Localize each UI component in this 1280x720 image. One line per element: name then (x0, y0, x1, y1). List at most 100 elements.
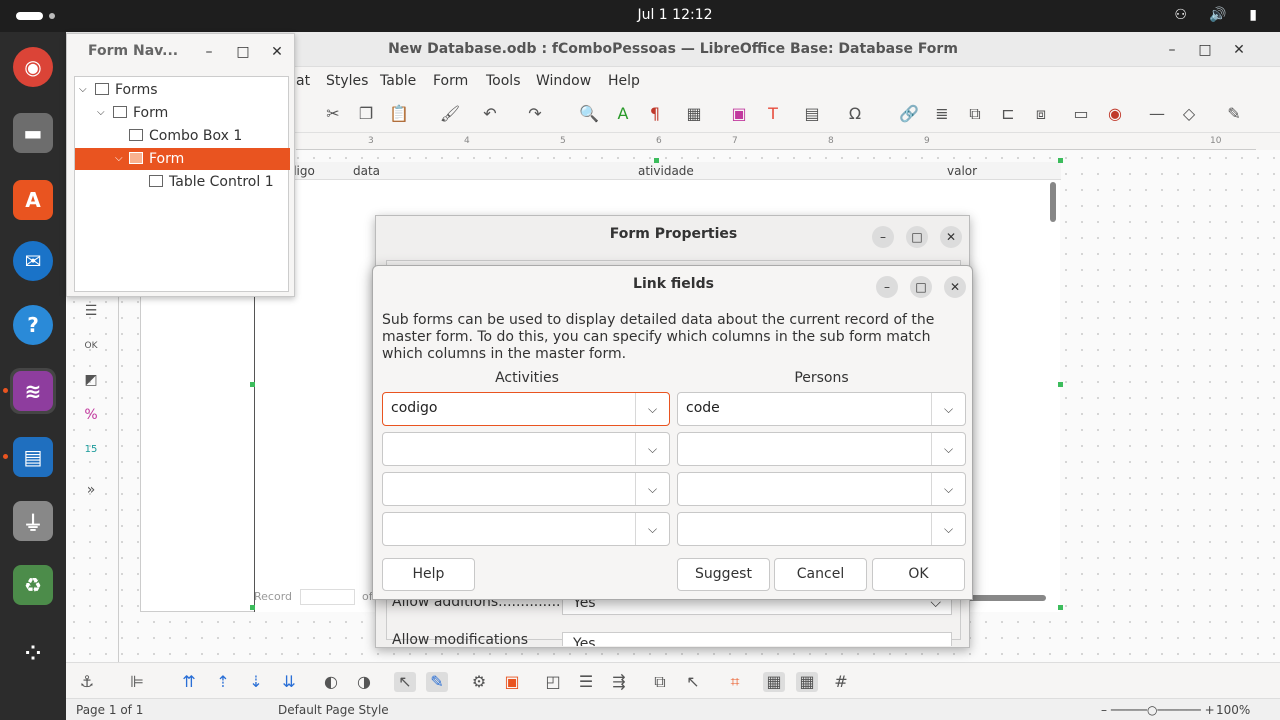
page-count[interactable]: Page 1 of 1 (76, 703, 143, 717)
minimize-icon[interactable]: – (1162, 40, 1182, 60)
auto-control-focus-icon[interactable]: ↖ (682, 672, 704, 692)
selection-handle[interactable] (1058, 382, 1063, 387)
numeric-field-icon[interactable]: 15 (78, 438, 104, 462)
copy-icon[interactable]: ❐ (355, 104, 377, 124)
basic-shapes-icon[interactable]: ◇ (1178, 104, 1200, 124)
subform-field-combo-4[interactable]: ⌵ (382, 512, 670, 546)
masterform-field-combo-3[interactable]: ⌵ (677, 472, 966, 506)
redo-icon[interactable]: ↷ (524, 104, 546, 124)
to-foreground-icon[interactable]: ◐ (320, 672, 342, 692)
selection-handle[interactable] (250, 605, 255, 610)
form-properties-icon[interactable]: ▣ (501, 672, 523, 692)
to-background-icon[interactable]: ◑ (353, 672, 375, 692)
dock-libreoffice-impress-icon[interactable]: ▤ (10, 434, 56, 480)
subform-field-combo-1[interactable]: codigo ⌵ (382, 392, 670, 426)
selection-handle[interactable] (654, 158, 659, 163)
maximize-icon[interactable]: □ (1195, 40, 1215, 60)
form-navigator-icon[interactable]: ◰ (542, 672, 564, 692)
maximize-icon[interactable]: □ (233, 42, 253, 62)
tree-node-subform[interactable]: ⌵ Form (75, 148, 290, 170)
control-properties-icon[interactable]: ⚙ (468, 672, 490, 692)
maximize-icon[interactable]: □ (906, 226, 928, 248)
menu-tools[interactable]: Tools (486, 73, 521, 89)
zoom-level[interactable]: 100% (1216, 703, 1250, 717)
more-controls-icon[interactable]: » (78, 478, 104, 502)
allow-modifications-select[interactable]: Yes (562, 632, 952, 646)
help-button[interactable]: Help (382, 558, 475, 591)
tree-node-forms[interactable]: ⌵ Forms (75, 79, 290, 101)
menu-format[interactable]: at (296, 73, 310, 89)
combo-value[interactable]: codigo (391, 400, 438, 416)
menu-window[interactable]: Window (536, 73, 591, 89)
dock-app-center-icon[interactable]: A (10, 177, 56, 223)
endnote-icon[interactable]: ⧉ (964, 104, 986, 124)
vertical-scrollbar[interactable] (1050, 182, 1056, 222)
combo-value[interactable]: code (686, 400, 720, 416)
insert-table-icon[interactable]: ▦ (683, 104, 705, 124)
dock-usb-icon[interactable]: ⏚ (10, 498, 56, 544)
record-number-field[interactable] (299, 589, 355, 605)
menu-form[interactable]: Form (433, 73, 468, 89)
tree-node-form[interactable]: ⌵ Form (75, 102, 290, 124)
minimize-icon[interactable]: – (199, 42, 219, 62)
undo-icon[interactable]: ↶ (479, 104, 501, 124)
activation-order-icon[interactable]: ☰ (575, 672, 597, 692)
column-header[interactable]: data (353, 164, 380, 178)
comment-icon[interactable]: ▭ (1070, 104, 1092, 124)
backward-one-icon[interactable]: ⇣ (245, 672, 267, 692)
line-icon[interactable]: — (1146, 104, 1168, 124)
collapse-arrow-icon[interactable]: ⌵ (115, 148, 123, 170)
draw-icon[interactable]: ✎ (1223, 104, 1245, 124)
masterform-field-combo-2[interactable]: ⌵ (677, 432, 966, 466)
chevron-down-icon[interactable]: ⌵ (635, 393, 669, 425)
insert-field-icon[interactable]: ▤ (801, 104, 823, 124)
cancel-button[interactable]: Cancel (774, 558, 867, 591)
image-control-icon[interactable]: ◩ (78, 368, 104, 392)
close-icon[interactable]: ✕ (940, 226, 962, 248)
collapse-arrow-icon[interactable]: ⌵ (79, 79, 87, 101)
maximize-icon[interactable]: □ (910, 276, 932, 298)
formatting-marks-icon[interactable]: ¶ (644, 104, 666, 124)
selection-handle[interactable] (1058, 158, 1063, 163)
chevron-down-icon[interactable]: ⌵ (931, 473, 965, 505)
page-style[interactable]: Default Page Style (278, 703, 389, 717)
anchor-icon[interactable]: ⚓ (76, 672, 98, 692)
snap-to-grid-icon[interactable]: ▦ (796, 672, 818, 692)
suggest-button[interactable]: Suggest (677, 558, 770, 591)
insert-image-icon[interactable]: ▣ (728, 104, 750, 124)
column-header[interactable]: valor (947, 164, 977, 178)
chevron-down-icon[interactable]: ⌵ (931, 433, 965, 465)
formatted-field-icon[interactable]: % (78, 403, 104, 427)
menu-table[interactable]: Table (380, 73, 416, 89)
menu-styles[interactable]: Styles (326, 73, 368, 89)
dock-chrome-icon[interactable]: ◉ (10, 44, 56, 90)
minimize-icon[interactable]: – (876, 276, 898, 298)
dock-help-icon[interactable]: ? (10, 302, 56, 348)
spelling-icon[interactable]: A (612, 104, 634, 124)
textbox-control-icon[interactable]: ☰ (78, 299, 104, 323)
close-icon[interactable]: ✕ (944, 276, 966, 298)
menu-help[interactable]: Help (608, 73, 640, 89)
find-replace-icon[interactable]: 🔍 (578, 104, 600, 124)
special-character-icon[interactable]: Ω (844, 104, 866, 124)
display-grid-icon[interactable]: ▦ (763, 672, 785, 692)
design-mode-icon[interactable]: ✎ (426, 672, 448, 692)
subform-field-combo-3[interactable]: ⌵ (382, 472, 670, 506)
hyperlink-icon[interactable]: 🔗 (898, 104, 920, 124)
selection-handle[interactable] (1058, 605, 1063, 610)
bring-to-front-icon[interactable]: ⇈ (178, 672, 200, 692)
chevron-down-icon[interactable]: ⌵ (635, 513, 669, 545)
paste-icon[interactable]: 📋 (388, 104, 410, 124)
cross-reference-icon[interactable]: ⧈ (1030, 104, 1052, 124)
bookmark-icon[interactable]: ⊏ (997, 104, 1019, 124)
chevron-down-icon[interactable]: ⌵ (931, 513, 965, 545)
button-control-icon[interactable]: OK (78, 334, 104, 358)
align-icon[interactable]: ⊫ (126, 672, 148, 692)
crop-icon[interactable]: ⌗ (724, 672, 746, 692)
track-changes-icon[interactable]: ◉ (1104, 104, 1126, 124)
dock-show-apps-icon[interactable]: ⁘ (10, 630, 56, 676)
tree-node-table-control[interactable]: Table Control 1 (75, 171, 290, 193)
zoom-slider[interactable]: – ─────○────── + (1101, 703, 1215, 717)
select-icon[interactable]: ↖ (394, 672, 416, 692)
chevron-down-icon[interactable]: ⌵ (931, 393, 965, 425)
